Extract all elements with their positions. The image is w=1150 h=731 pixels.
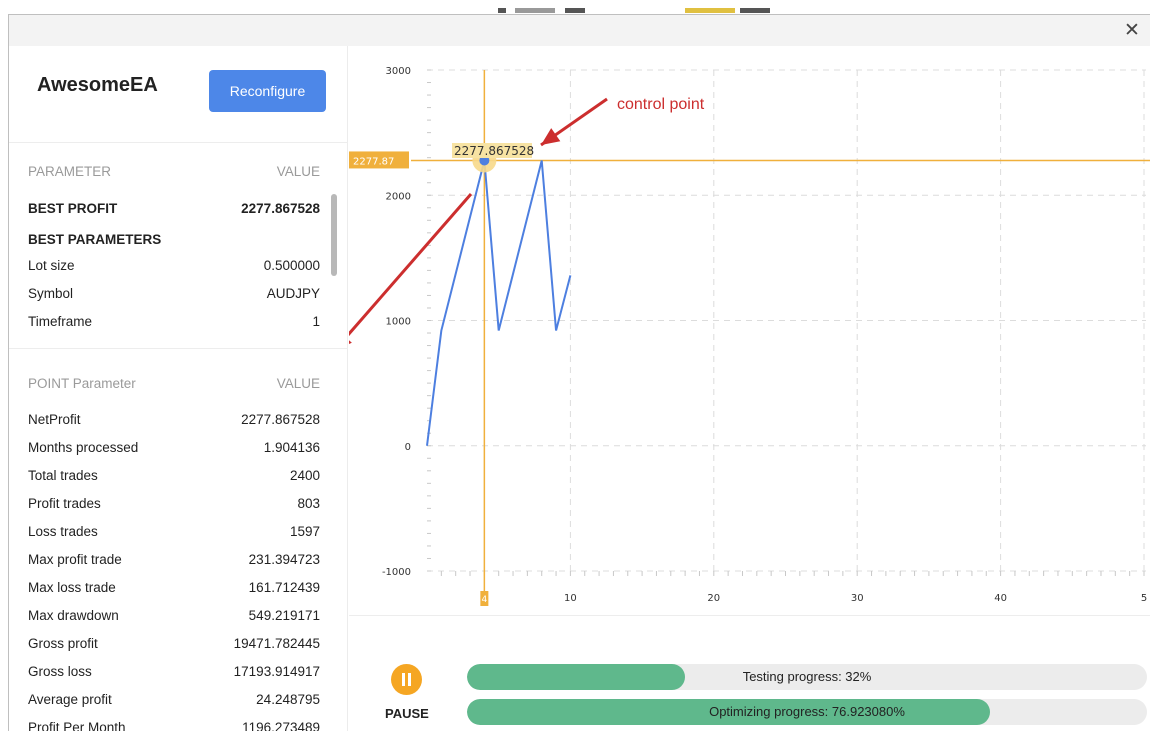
best-parameters-label: BEST PARAMETERS	[28, 232, 162, 247]
param-value: 1	[312, 314, 320, 329]
y-tick-label: 3000	[386, 66, 411, 77]
progress-area: PAUSE Testing progress: 32% Optimizing p…	[349, 615, 1150, 731]
close-icon[interactable]: ✕	[1120, 17, 1144, 43]
table-row: Lot size 0.500000	[28, 258, 320, 280]
header-parameter: PARAMETER	[28, 164, 112, 179]
best-profit-value: 2277.867528	[241, 201, 320, 216]
point-value: 803	[297, 496, 320, 511]
table-row: Timeframe 1	[28, 314, 320, 336]
point-value: 1196.273489	[242, 720, 320, 731]
best-table-header: PARAMETER VALUE	[28, 164, 320, 186]
point-label: Profit Per Month	[28, 720, 126, 731]
series-line	[426, 160, 572, 446]
point-label: NetProfit	[28, 412, 81, 427]
point-value: 1.904136	[263, 440, 320, 455]
table-row: Max drawdown 549.219171	[28, 608, 320, 630]
point-value: 19471.782445	[233, 636, 320, 651]
point-label: Average profit	[28, 692, 112, 707]
x-tick-label: 10	[564, 593, 577, 604]
testing-progress-bar: Testing progress: 32%	[467, 664, 1147, 690]
table-row: Max loss trade 161.712439	[28, 580, 320, 602]
table-row: NetProfit 2277.867528	[28, 412, 320, 434]
pause-icon[interactable]	[391, 664, 422, 695]
divider	[9, 348, 348, 349]
point-label: Max profit trade	[28, 552, 122, 567]
background-strip	[0, 0, 1150, 14]
point-label: Gross profit	[28, 636, 98, 651]
table-row: Max profit trade 231.394723	[28, 552, 320, 574]
divider	[9, 142, 348, 143]
table-row: Months processed 1.904136	[28, 440, 320, 462]
x-tick-label: 40	[994, 593, 1007, 604]
param-label: Lot size	[28, 258, 75, 273]
profit-chart[interactable]: 3000 2000 1000 0 -1000 10 20 30 40 5 2277.87 4 2277.…	[349, 46, 1150, 636]
y-tick-label: -1000	[382, 567, 411, 578]
background-fragment	[565, 8, 585, 13]
background-fragment	[515, 8, 555, 13]
x-tick-label: 20	[707, 593, 720, 604]
point-label: Loss trades	[28, 524, 98, 539]
table-row: Symbol AUDJPY	[28, 286, 320, 308]
table-row: Profit Per Month 1196.273489	[28, 720, 320, 731]
header-value: VALUE	[276, 376, 320, 391]
y-axis-tag: 2277.87	[353, 156, 394, 167]
point-label: Profit trades	[28, 496, 101, 511]
point-value: 231.394723	[248, 552, 320, 567]
y-tick-label: 0	[405, 442, 411, 453]
point-value: 2277.867528	[241, 412, 320, 427]
background-fragment	[740, 8, 770, 13]
background-fragment	[498, 8, 506, 13]
param-value: 0.500000	[263, 258, 320, 273]
background-fragment	[685, 8, 735, 13]
header-value: VALUE	[276, 164, 320, 179]
ea-name: AwesomeEA	[37, 74, 158, 96]
point-label: Total trades	[28, 468, 98, 483]
table-row: Loss trades 1597	[28, 524, 320, 546]
table-row: Profit trades 803	[28, 496, 320, 518]
optimizing-progress-bar: Optimizing progress: 76.923080%	[467, 699, 1147, 725]
scrollbar-thumb[interactable]	[331, 194, 337, 276]
x-tick-label: 5	[1141, 593, 1147, 604]
reconfigure-button[interactable]: Reconfigure	[209, 70, 326, 112]
pause-label[interactable]: PAUSE	[385, 706, 429, 721]
annotation-arrow-head	[541, 128, 561, 145]
table-row: Gross loss 17193.914917	[28, 664, 320, 686]
point-label: Gross loss	[28, 664, 92, 679]
header-point-parameter: POINT Parameter	[28, 376, 136, 391]
point-label: Max loss trade	[28, 580, 116, 595]
point-value: 2400	[289, 468, 320, 483]
chart-svg[interactable]: 3000 2000 1000 0 -1000 10 20 30 40 5 2277.87 4 2277.…	[349, 46, 1150, 616]
point-value: 1597	[289, 524, 320, 539]
point-value: 17193.914917	[233, 664, 320, 679]
param-value: AUDJPY	[266, 286, 320, 301]
best-profit-label: BEST PROFIT	[28, 201, 118, 216]
annotation-text: control point	[617, 96, 705, 113]
optimizer-window: ✕ AwesomeEA Reconfigure PARAMETER VALUE …	[8, 14, 1150, 731]
point-table-header: POINT Parameter VALUE	[28, 376, 320, 398]
point-value: 161.712439	[248, 580, 320, 595]
param-label: Symbol	[28, 286, 74, 301]
testing-progress-label: Testing progress: 32%	[742, 669, 872, 684]
point-label: Max drawdown	[28, 608, 119, 623]
x-tick-label: 30	[851, 593, 864, 604]
best-parameters-row: BEST PARAMETERS	[28, 232, 320, 254]
control-point-label: 2277.867528	[454, 144, 534, 158]
title-bar: ✕	[9, 15, 1150, 46]
table-row: Average profit 24.248795	[28, 692, 320, 714]
x-axis-tag: 4	[481, 595, 487, 605]
table-row: Total trades 2400	[28, 468, 320, 490]
y-tick-label: 1000	[386, 317, 411, 328]
best-profit-row: BEST PROFIT 2277.867528	[28, 201, 320, 223]
point-value: 24.248795	[256, 692, 320, 707]
y-tick-label: 2000	[386, 191, 411, 202]
optimizing-progress-label: Optimizing progress: 76.923080%	[709, 704, 905, 719]
param-label: Timeframe	[28, 314, 93, 329]
parameters-panel: AwesomeEA Reconfigure PARAMETER VALUE BE…	[9, 46, 348, 731]
table-row: Gross profit 19471.782445	[28, 636, 320, 658]
point-label: Months processed	[28, 440, 139, 455]
point-value: 549.219171	[248, 608, 320, 623]
